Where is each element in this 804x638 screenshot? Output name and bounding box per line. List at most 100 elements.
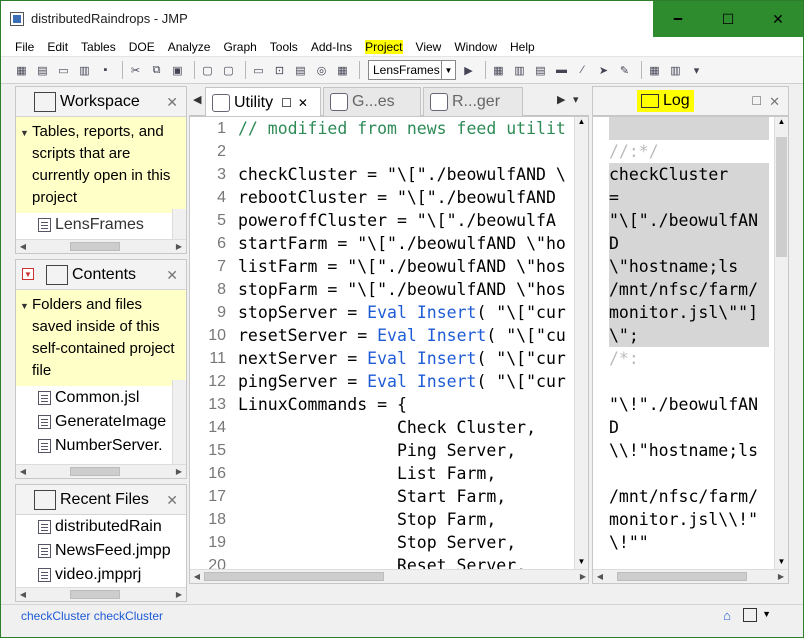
code-line[interactable]: 4 rebootCluster = "\["./beowulfAND: [190, 186, 574, 209]
paste-icon[interactable]: ▣: [169, 62, 186, 78]
menu-graph[interactable]: Graph: [223, 40, 256, 54]
horizontal-scrollbar[interactable]: ◀ ▶: [190, 569, 588, 583]
window-list-icon[interactable]: ▭: [250, 62, 267, 78]
code-line[interactable]: 5 poweroffCluster = "\["./beowulfA: [190, 209, 574, 232]
code-line[interactable]: 17 Start Farm,: [190, 485, 574, 508]
code-line[interactable]: 1 // modified from news feed utilit: [190, 117, 574, 140]
tab-scroll-left-icon[interactable]: ◀: [193, 93, 201, 106]
layout-icon[interactable]: ▢: [220, 62, 237, 78]
list-item[interactable]: LensFrames: [16, 213, 186, 237]
new-table-icon[interactable]: ▦: [13, 62, 30, 78]
chevron-down-icon[interactable]: ▼: [762, 609, 771, 619]
code-line[interactable]: 3 checkCluster = "\["./beowulfAND \: [190, 163, 574, 186]
tab-r-ger[interactable]: R...ger: [423, 87, 523, 116]
report-icon[interactable]: ▦: [334, 62, 351, 78]
open-icon[interactable]: ▭: [55, 62, 72, 78]
menu-tables[interactable]: Tables: [81, 40, 116, 54]
menu-file[interactable]: File: [15, 40, 34, 54]
code-line[interactable]: 11 nextServer = Eval Insert( "\["cur: [190, 347, 574, 370]
close-icon[interactable]: ✕: [166, 492, 178, 509]
tab-utility[interactable]: Utility ☐ ✕: [205, 87, 321, 117]
close-icon[interactable]: ✕: [298, 96, 308, 110]
table-select[interactable]: LensFrames ▼: [368, 60, 456, 80]
log-text[interactable]: //:*/checkCluster = "\["./beowulfAN D \"host…: [609, 117, 769, 554]
code-line[interactable]: 15 Ping Server,: [190, 439, 574, 462]
code-line[interactable]: 2: [190, 140, 574, 163]
menu-analyze[interactable]: Analyze: [168, 40, 211, 54]
undock-icon[interactable]: ☐: [281, 96, 292, 110]
copy-icon[interactable]: ⧉: [148, 62, 165, 78]
log-line: \"hostname;ls: [609, 255, 769, 278]
fit-icon[interactable]: ⁄: [574, 62, 591, 78]
collapse-icon[interactable]: ▼: [22, 268, 34, 280]
edit-icon[interactable]: ✎: [616, 62, 633, 78]
summary-icon[interactable]: ▤: [532, 62, 549, 78]
minimize-button[interactable]: 🗕: [653, 1, 703, 37]
toolbar-overflow-icon[interactable]: ▾: [688, 62, 705, 78]
list-item[interactable]: NumberServer.: [16, 434, 186, 458]
log-line: [609, 117, 769, 140]
menu-window[interactable]: Window: [454, 40, 497, 54]
window-toggle-icon[interactable]: [743, 608, 757, 622]
columns-icon[interactable]: ▥: [511, 62, 528, 78]
tab-g-es[interactable]: G...es: [323, 87, 421, 116]
log-panel[interactable]: //:*/checkCluster = "\["./beowulfAN D \"host…: [592, 116, 789, 584]
menu-tools[interactable]: Tools: [270, 40, 298, 54]
horizontal-scrollbar[interactable]: ◀ ▶: [16, 587, 186, 601]
print-icon[interactable]: ▤: [292, 62, 309, 78]
list-item[interactable]: GenerateImage: [16, 410, 186, 434]
close-button[interactable]: ✕: [753, 1, 803, 37]
data-grid-icon[interactable]: ▦: [490, 62, 507, 78]
cut-icon[interactable]: ✂: [127, 62, 144, 78]
preferences-icon[interactable]: ◎: [313, 62, 330, 78]
distribution-icon[interactable]: ▬: [553, 62, 570, 78]
script-editor[interactable]: 1 // modified from news feed utilit 2 3 chec…: [189, 116, 589, 584]
code-line[interactable]: 12 pingServer = Eval Insert( "\["cur: [190, 370, 574, 393]
bar-icon[interactable]: ▥: [667, 62, 684, 78]
close-icon[interactable]: ✕: [166, 267, 178, 284]
code-line[interactable]: 10 resetServer = Eval Insert( "\["cu: [190, 324, 574, 347]
code-line[interactable]: 6 startFarm = "\["./beowulfAND \"ho: [190, 232, 574, 255]
maximize-button[interactable]: ☐: [703, 1, 753, 37]
code-line[interactable]: 18 Stop Farm,: [190, 508, 574, 531]
menu-help[interactable]: Help: [510, 40, 535, 54]
vertical-scrollbar[interactable]: [172, 209, 186, 239]
home-icon[interactable]: ⌂: [723, 608, 731, 623]
vertical-scrollbar[interactable]: ▲ ▼: [574, 117, 588, 571]
control-chart-icon[interactable]: ▦: [646, 62, 663, 78]
graph-builder-icon[interactable]: ➤: [595, 62, 612, 78]
horizontal-scrollbar[interactable]: ◀ ▶: [16, 239, 186, 253]
tab-list-icon[interactable]: ▾: [573, 93, 579, 106]
menu-view[interactable]: View: [416, 40, 442, 54]
horizontal-scrollbar[interactable]: ◀ ▶: [593, 569, 788, 583]
open-data-icon[interactable]: ▥: [76, 62, 93, 78]
menu-add-ins[interactable]: Add-Ins: [311, 40, 352, 54]
code-line[interactable]: 13 LinuxCommands = {: [190, 393, 574, 416]
code-line[interactable]: 16 List Farm,: [190, 462, 574, 485]
code-area[interactable]: 1 // modified from news feed utilit 2 3 chec…: [190, 117, 574, 583]
list-item[interactable]: video.jmpprj: [16, 563, 186, 587]
list-item[interactable]: Common.jsl: [16, 386, 186, 410]
menu-doe[interactable]: DOE: [129, 40, 155, 54]
arrange-icon[interactable]: ⊡: [271, 62, 288, 78]
code-line[interactable]: 8 stopFarm = "\["./beowulfAND \"hos: [190, 278, 574, 301]
new-script-icon[interactable]: ▤: [34, 62, 51, 78]
code-line[interactable]: 14 Check Cluster,: [190, 416, 574, 439]
close-icon[interactable]: ✕: [769, 94, 780, 110]
list-item[interactable]: distributedRain: [16, 515, 186, 539]
run-script-icon[interactable]: ▶: [460, 62, 477, 78]
code-line[interactable]: 7 listFarm = "\["./beowulfAND \"hos: [190, 255, 574, 278]
journal-icon[interactable]: ▢: [199, 62, 216, 78]
menu-project[interactable]: Project: [365, 39, 403, 54]
horizontal-scrollbar[interactable]: ◀ ▶: [16, 464, 186, 478]
list-item[interactable]: NewsFeed.jmpp: [16, 539, 186, 563]
close-icon[interactable]: ✕: [166, 94, 178, 111]
vertical-scrollbar[interactable]: ▲ ▼: [774, 117, 788, 571]
menu-edit[interactable]: Edit: [47, 40, 68, 54]
save-icon[interactable]: ▪: [97, 62, 114, 78]
code-line[interactable]: 9 stopServer = Eval Insert( "\["cur: [190, 301, 574, 324]
code-line[interactable]: 19 Stop Server,: [190, 531, 574, 554]
undock-icon[interactable]: ☐: [751, 94, 762, 108]
vertical-scrollbar[interactable]: [172, 380, 186, 466]
tab-scroll-right-icon[interactable]: ▶: [557, 93, 565, 106]
